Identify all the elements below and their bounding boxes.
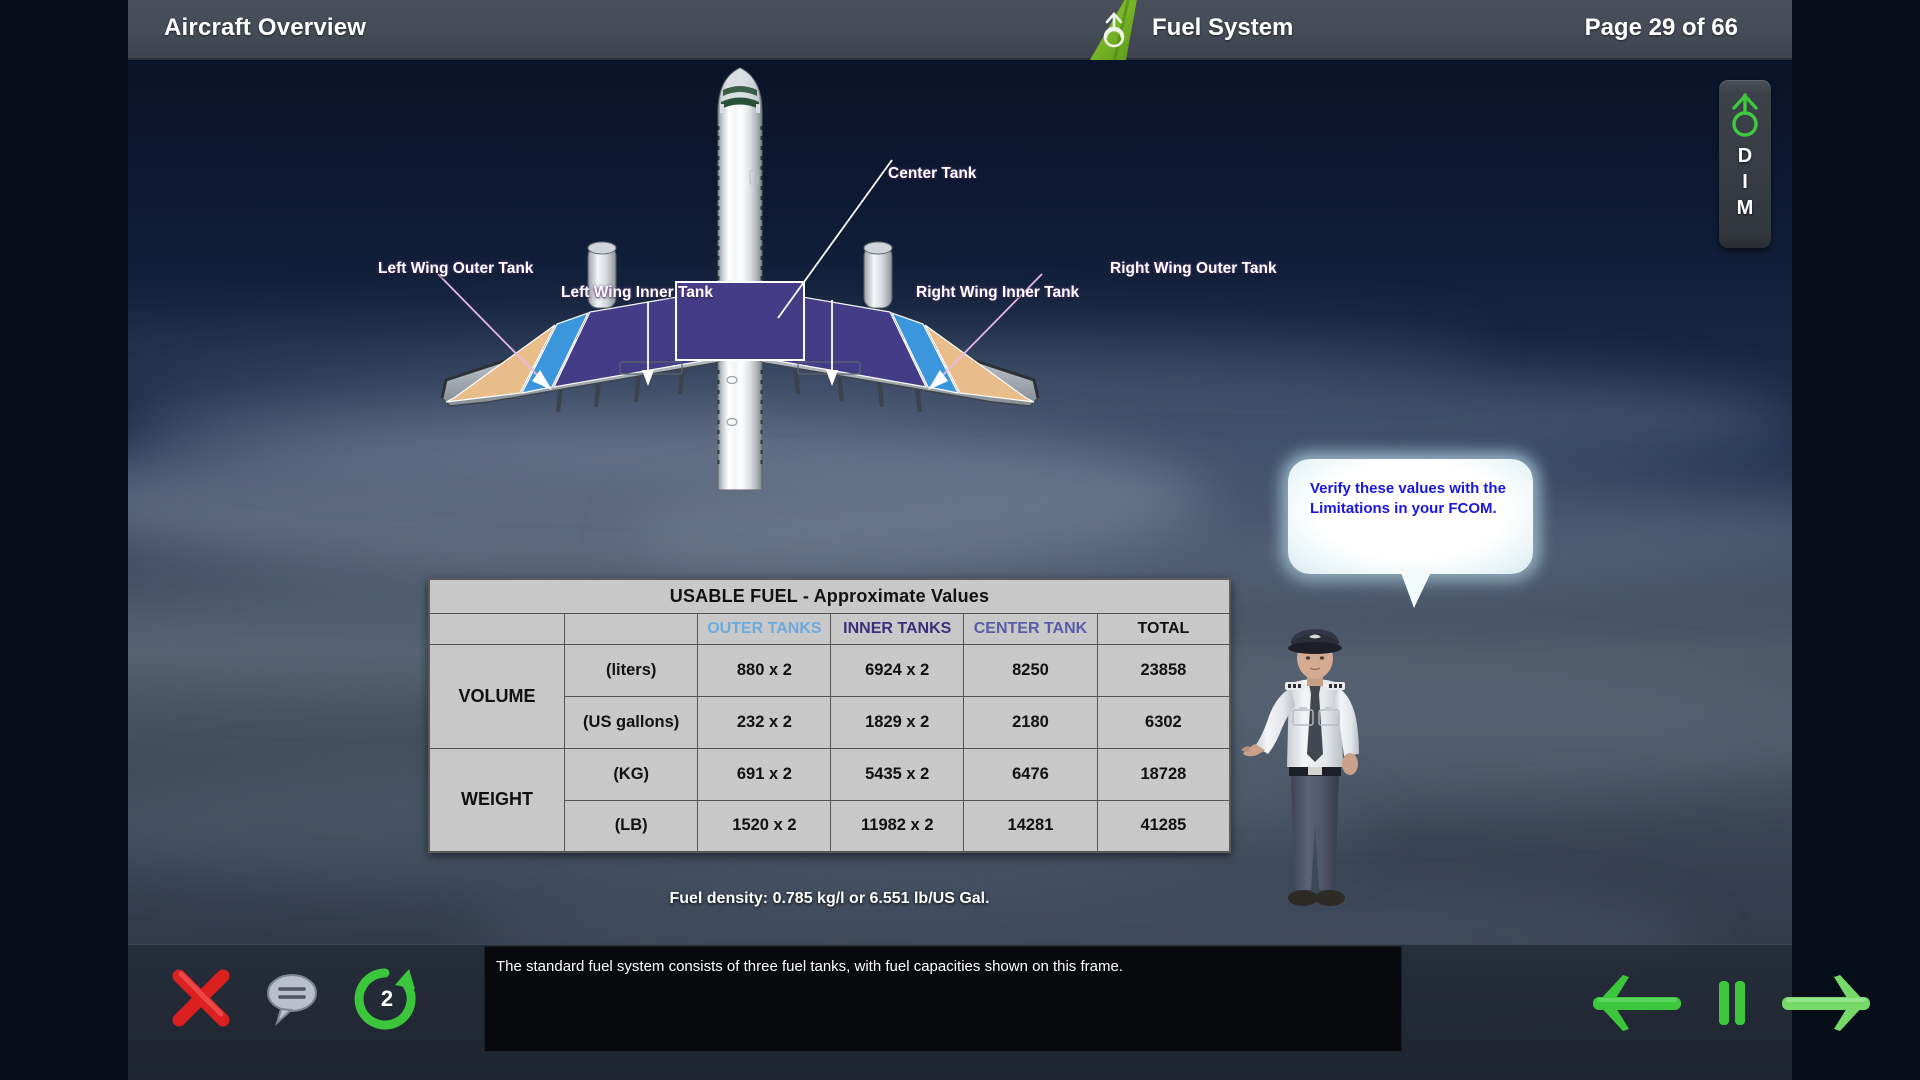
caption-box: The standard fuel system consists of thr… (484, 946, 1402, 1052)
header-total: TOTAL (1096, 612, 1231, 645)
dim-letter-i: I (1742, 171, 1748, 193)
table-title: USABLE FUEL - Approximate Values (428, 578, 1231, 614)
callout-right-wing-inner-tank: Right Wing Inner Tank (916, 284, 1080, 301)
cell-volume-gallons-inner: 1829 x 2 (830, 695, 965, 749)
cell-volume-gallons-total: 6302 (1096, 695, 1231, 749)
header-inner-tanks: INNER TANKS (830, 612, 965, 645)
cell-weight-kg-inner: 5435 x 2 (830, 747, 965, 801)
unit-liters: (liters) (563, 643, 699, 697)
aircraft-power-icon (1732, 93, 1758, 137)
forward-button[interactable] (1778, 969, 1888, 1037)
application-root: Aircraft Overview Fuel System Page 29 of… (0, 0, 1920, 1080)
pause-button[interactable] (1710, 969, 1754, 1037)
cell-volume-liters-inner: 6924 x 2 (830, 643, 965, 697)
speech-bubble: Verify these values with the Limitations… (1288, 459, 1533, 574)
dim-letter-m: M (1736, 197, 1754, 219)
usable-fuel-table: USABLE FUEL - Approximate Values OUTER T… (428, 578, 1231, 853)
cell-volume-liters-outer: 880 x 2 (697, 643, 832, 697)
unit-us-gallons: (US gallons) (563, 695, 699, 749)
cell-volume-gallons-center: 2180 (963, 695, 1098, 749)
callout-left-wing-inner-tank: Left Wing Inner Tank (561, 284, 713, 301)
dim-letter-d: D (1737, 145, 1753, 167)
replay-count-badge: 2 (381, 986, 393, 1011)
page-indicator: Page 29 of 66 (1584, 14, 1738, 41)
callout-center-tank: Center Tank (888, 165, 977, 182)
callout-right-wing-outer-tank: Right Wing Outer Tank (1110, 260, 1277, 277)
table-header-row: OUTER TANKS INNER TANKS CENTER TANK TOTA… (428, 612, 1231, 645)
caption-text: The standard fuel system consists of thr… (496, 958, 1123, 975)
cell-weight-kg-center: 6476 (963, 747, 1098, 801)
callout-left-wing-outer-tank: Left Wing Outer Tank (378, 260, 534, 277)
fuel-density-note: Fuel density: 0.785 kg/l or 6.551 lb/US … (669, 890, 990, 907)
page-title: Aircraft Overview (164, 14, 367, 41)
speech-bubble-tail (1400, 570, 1432, 608)
dim-button[interactable]: D I M (1719, 80, 1771, 248)
pilot-avatar (1241, 629, 1359, 906)
table-row: VOLUME (liters) 880 x 2 6924 x 2 8250 23… (428, 643, 1231, 749)
cell-weight-lb-center: 14281 (963, 799, 1098, 853)
replay-button[interactable]: 2 (349, 963, 421, 1035)
cell-weight-lb-outer: 1520 x 2 (697, 799, 832, 853)
unit-kg: (KG) (563, 747, 699, 801)
close-button[interactable] (166, 963, 236, 1033)
table-row: WEIGHT (KG) 691 x 2 5435 x 2 6476 18728 (428, 747, 1231, 853)
header-center-tank: CENTER TANK (963, 612, 1098, 645)
header-outer-tanks: OUTER TANKS (697, 612, 832, 645)
cell-volume-liters-total: 23858 (1096, 643, 1231, 697)
cell-volume-liters-center: 8250 (963, 643, 1098, 697)
cell-weight-lb-inner: 11982 x 2 (830, 799, 965, 853)
row-group-volume: VOLUME (428, 643, 565, 749)
unit-lb: (LB) (563, 799, 699, 853)
header-blank-1 (428, 612, 565, 645)
cell-volume-gallons-outer: 232 x 2 (697, 695, 832, 749)
transcript-button[interactable] (261, 969, 323, 1029)
cell-weight-kg-total: 18728 (1096, 747, 1231, 801)
header-blank-2 (563, 612, 699, 645)
speech-bubble-text: Verify these values with the Limitations… (1310, 480, 1506, 517)
cell-weight-kg-outer: 691 x 2 (697, 747, 832, 801)
aircraft-top-view-diagram (437, 67, 1043, 491)
back-button[interactable] (1575, 969, 1685, 1037)
row-group-weight: WEIGHT (428, 747, 565, 853)
table-title-row: USABLE FUEL - Approximate Values (428, 578, 1231, 614)
cell-weight-lb-total: 41285 (1096, 799, 1231, 853)
section-title: Fuel System (1152, 14, 1294, 41)
